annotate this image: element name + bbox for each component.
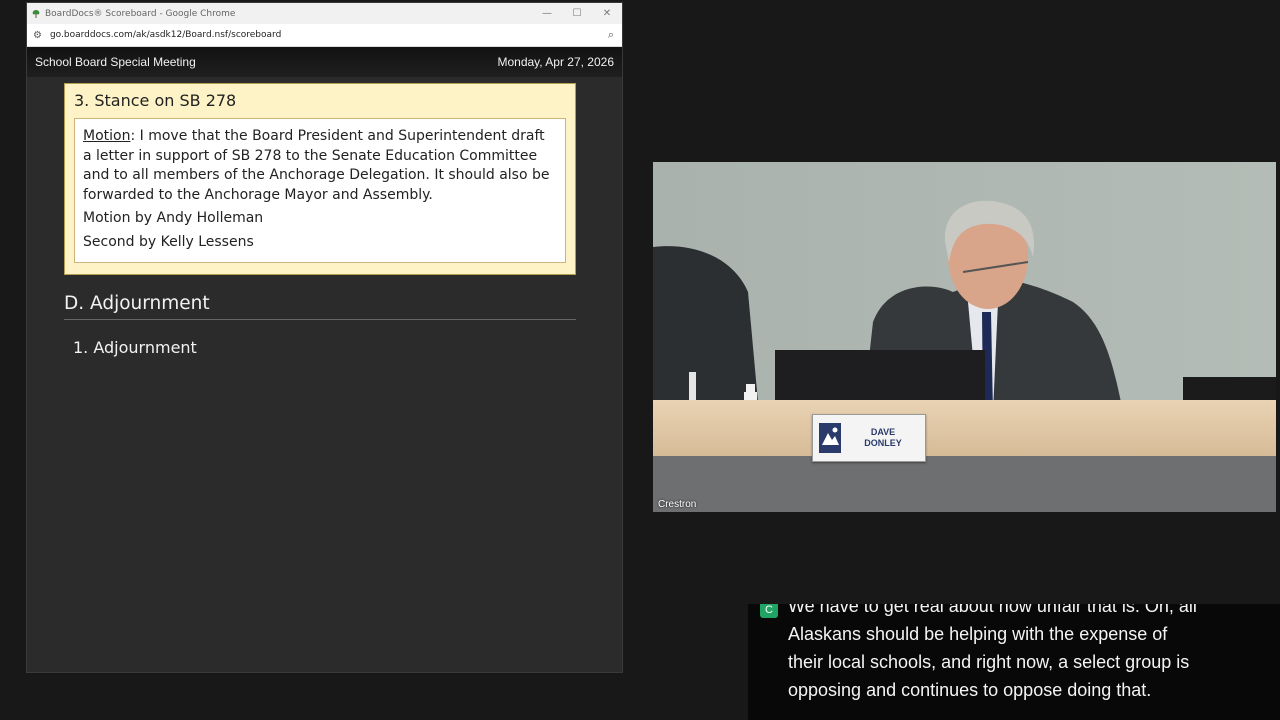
nameplate: DAVE DONLEY [812,414,926,462]
motion-by: Motion by Andy Holleman [83,210,264,226]
agenda-content: 3. Stance on SB 278 Motion: I move that … [27,77,622,357]
caption-text: We have to get real about how unfair tha… [788,604,1197,704]
section-heading: D. Adjournment [64,293,576,320]
close-button[interactable]: ✕ [592,8,622,19]
caption-box: C We have to get real about how unfair t… [748,604,1280,720]
minimize-button[interactable]: — [532,8,562,19]
video-feed: DAVE DONLEY Crestron [653,162,1276,512]
browser-window: BoardDocs® Scoreboard - Google Chrome — … [27,3,622,672]
motion-text: Motion: I move that the Board President … [83,127,557,205]
second-by: Second by Kelly Lessens [83,233,254,250]
maximize-button[interactable]: ☐ [562,8,592,19]
district-logo-icon [819,423,841,453]
boarddocs-logo-icon [32,9,40,18]
video-scene [653,162,1276,512]
zoom-icon[interactable]: ⌕ [608,28,614,42]
motion-body: : I move that the Board President and Su… [83,128,550,203]
agenda-item-card: 3. Stance on SB 278 Motion: I move that … [64,83,576,275]
window-title: BoardDocs® Scoreboard - Google Chrome [45,8,236,19]
meeting-date: Monday, Apr 27, 2026 [497,55,614,69]
url-text[interactable]: go.boarddocs.com/ak/asdk12/Board.nsf/sco… [50,30,608,40]
caption-line: We have to get real about how unfair tha… [788,604,1197,616]
video-source-label: Crestron [658,499,697,510]
nameplate-last-name: DONLEY [864,438,902,448]
agenda-item-title: 3. Stance on SB 278 [74,91,237,110]
address-bar[interactable]: ⚙ go.boarddocs.com/ak/asdk12/Board.nsf/s… [27,24,622,47]
nameplate-text: DAVE DONLEY [841,427,925,449]
caption-line: their local schools, and right now, a se… [788,652,1190,672]
title-bar: BoardDocs® Scoreboard - Google Chrome — … [27,3,622,24]
caption-line: opposing and continues to oppose doing t… [788,680,1152,700]
site-settings-icon[interactable]: ⚙ [33,30,42,41]
caption-badge-icon: C [760,604,778,618]
meeting-title: School Board Special Meeting [35,55,196,69]
nameplate-first-name: DAVE [870,427,896,437]
caption-line: Alaskans should be helping with the expe… [788,624,1168,644]
agenda-item-adjournment: 1. Adjournment [73,338,197,357]
motion-box: Motion: I move that the Board President … [74,118,566,263]
meeting-header: School Board Special Meeting Monday, Apr… [27,47,622,77]
motion-label: Motion [83,128,131,144]
